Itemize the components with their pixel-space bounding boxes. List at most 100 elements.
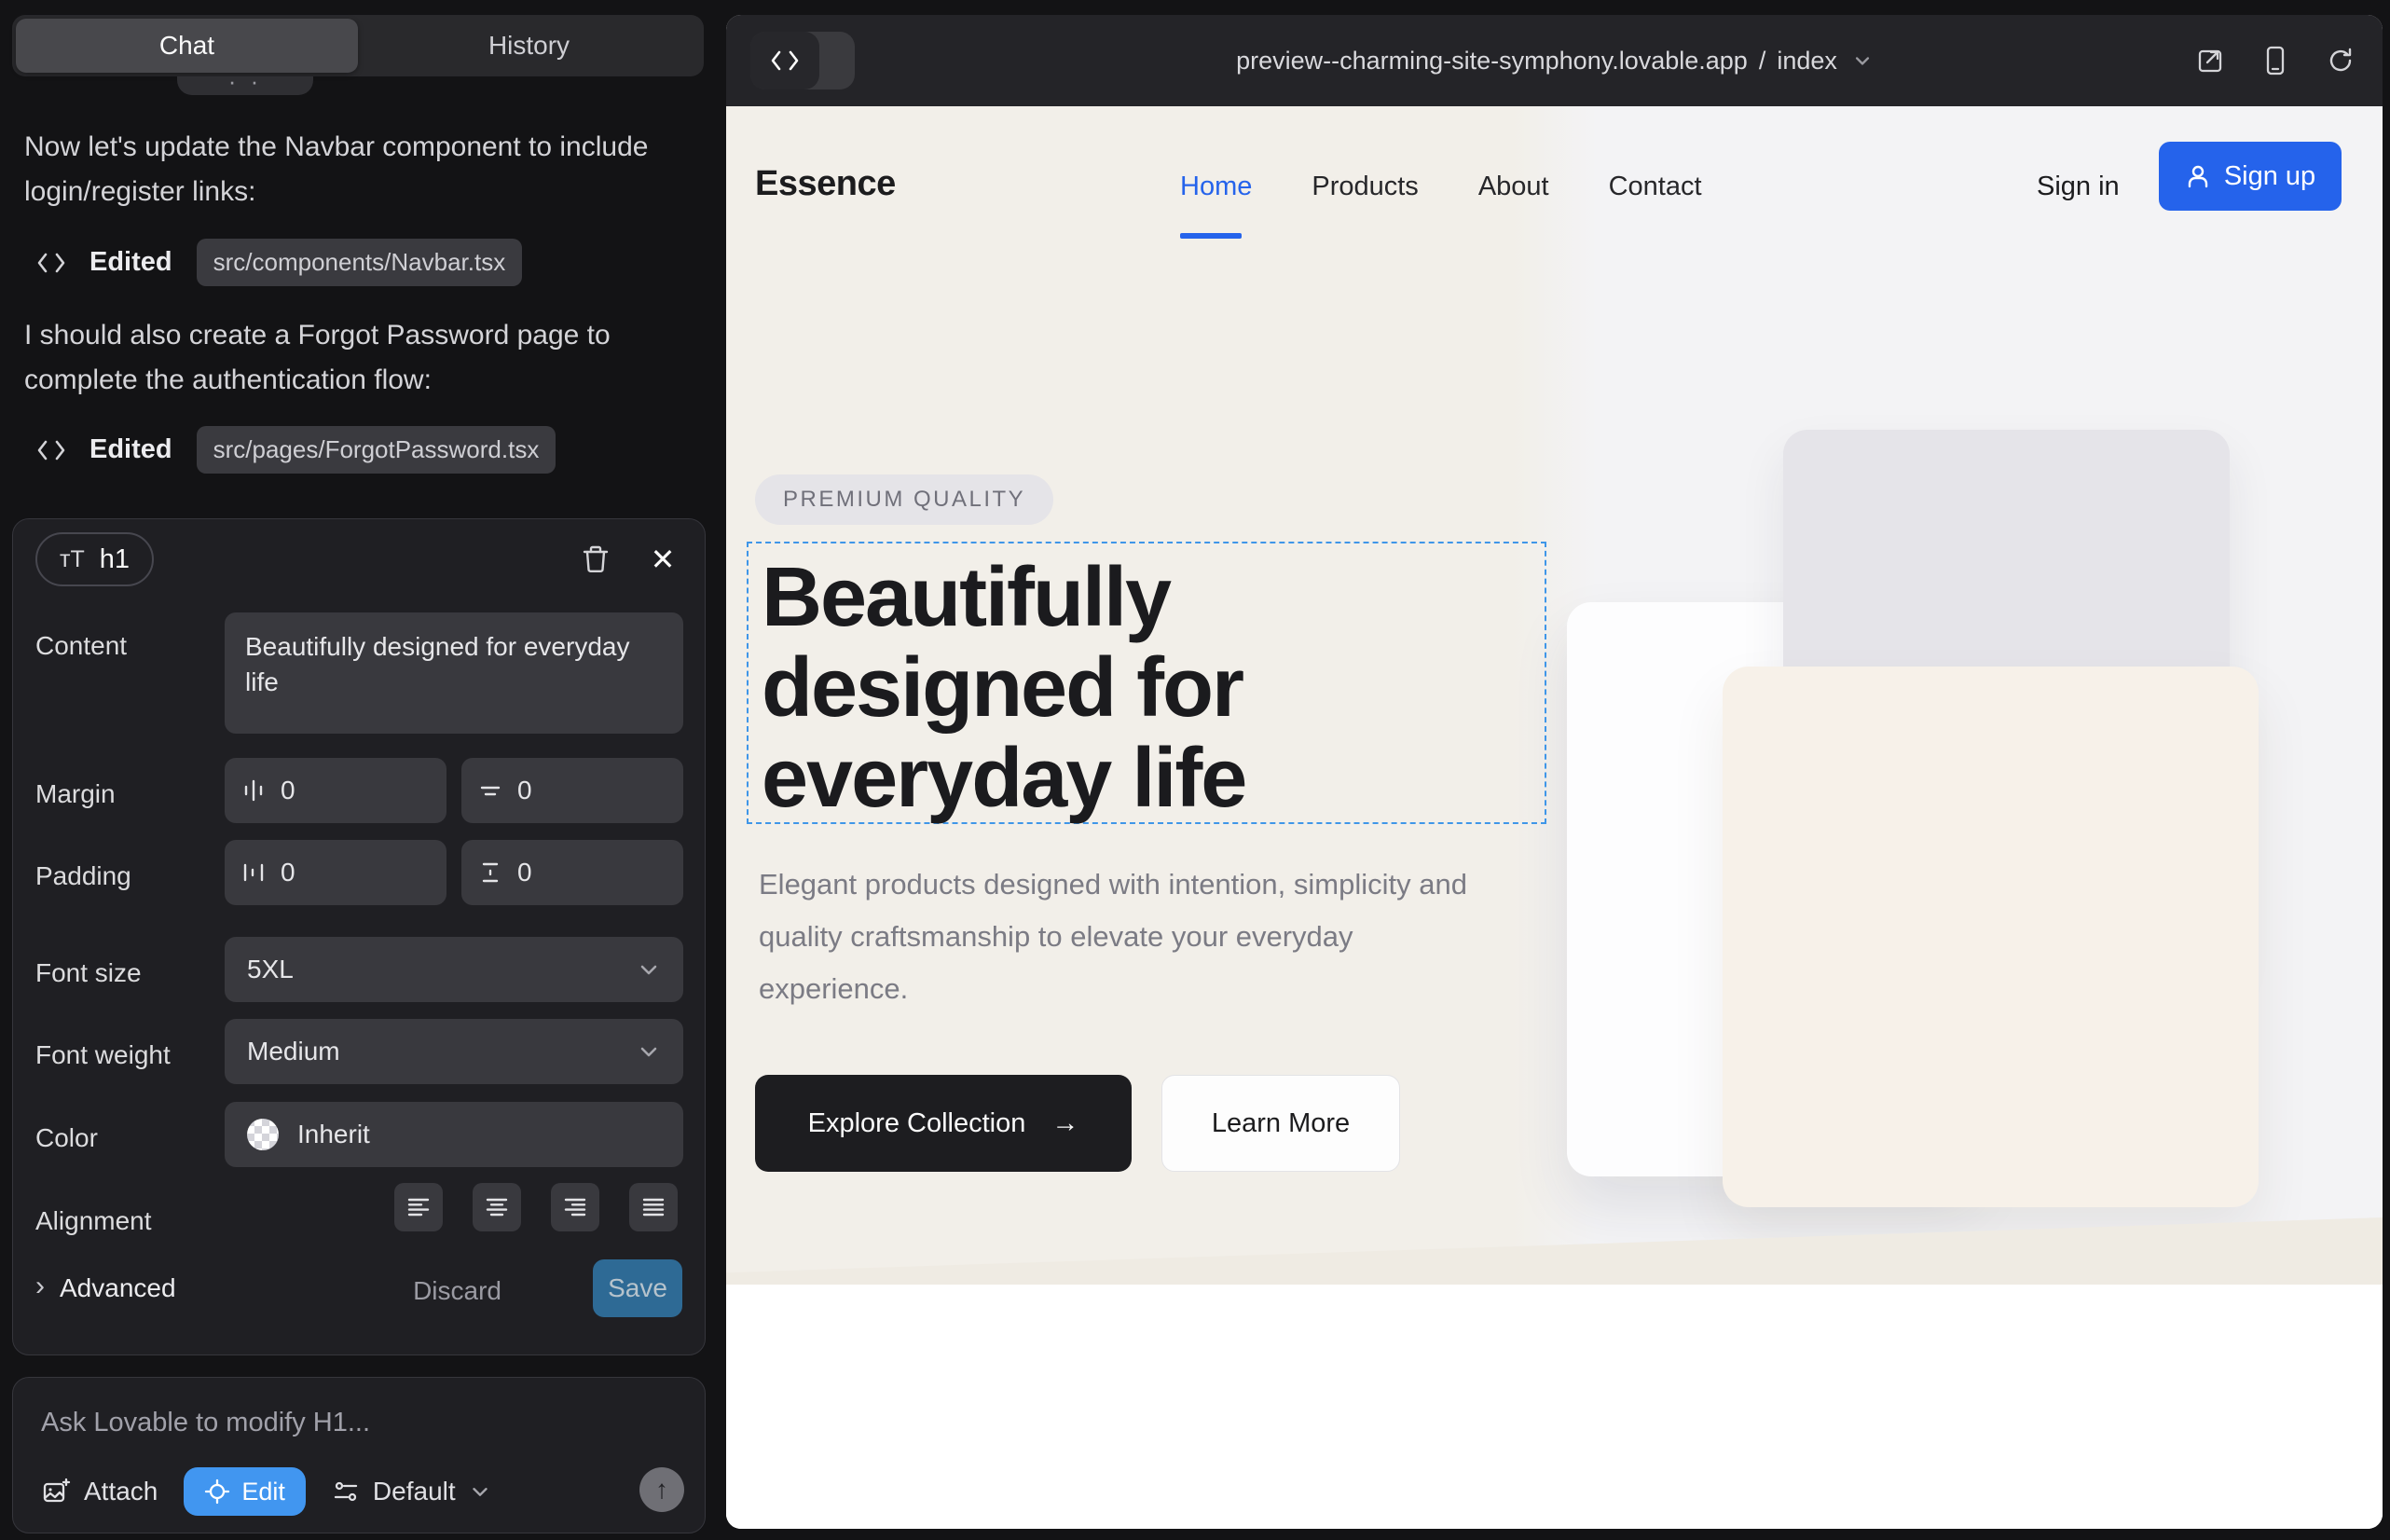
browser-header: preview--charming-site-symphony.lovable.… xyxy=(726,15,2383,106)
tab-chat[interactable]: Chat xyxy=(16,19,358,73)
color-label: Color xyxy=(35,1123,98,1153)
align-center-button[interactable] xyxy=(473,1183,521,1231)
save-button[interactable]: Save xyxy=(593,1259,682,1317)
hero-headline[interactable]: Beautifully designed for everyday life xyxy=(762,553,1535,824)
file-chip[interactable]: src/pages/ForgotPassword.tsx xyxy=(197,426,556,474)
premium-quality-badge: PREMIUM QUALITY xyxy=(755,474,1053,525)
selected-element-pill[interactable]: тT h1 xyxy=(35,532,154,586)
explore-collection-button[interactable]: Explore Collection → xyxy=(755,1075,1132,1172)
lovable-app-window: Chat History · · Now let's update the Na… xyxy=(0,0,2390,1540)
font-weight-value: Medium xyxy=(247,1037,340,1066)
mode-selector[interactable]: Default xyxy=(332,1477,491,1506)
code-preview-toggle xyxy=(750,32,855,89)
tab-history[interactable]: History xyxy=(358,19,700,73)
nav-link-products[interactable]: Products xyxy=(1312,172,1418,202)
margin-y-field[interactable] xyxy=(461,758,683,823)
color-value: Inherit xyxy=(297,1120,370,1149)
font-size-select[interactable]: 5XL xyxy=(225,937,683,1002)
chat-composer: Attach Edit Default ↑ xyxy=(12,1377,706,1533)
composer-input[interactable] xyxy=(41,1408,656,1438)
url-text: preview--charming-site-symphony.lovable.… xyxy=(1236,47,1748,76)
color-field[interactable]: Inherit xyxy=(225,1102,683,1167)
code-icon xyxy=(37,251,65,275)
close-panel-button[interactable]: ✕ xyxy=(647,543,679,575)
refresh-button[interactable] xyxy=(2325,45,2356,76)
site-viewport: Essence Home Products About Contact Sign… xyxy=(726,106,2383,1529)
chat-message: Now let's update the Navbar component to… xyxy=(24,125,658,214)
padding-y-field[interactable] xyxy=(461,840,683,905)
site-nav: Home Products About Contact xyxy=(1180,172,1702,202)
sign-up-button[interactable]: Sign up xyxy=(2159,142,2342,211)
font-size-value: 5XL xyxy=(247,955,294,984)
next-section xyxy=(726,1285,2383,1529)
type-icon: тT xyxy=(60,546,85,573)
align-justify-button[interactable] xyxy=(629,1183,678,1231)
sign-in-link[interactable]: Sign in xyxy=(2037,172,2120,202)
smartphone-icon xyxy=(2262,46,2288,76)
attach-button[interactable]: Attach xyxy=(41,1477,158,1506)
align-justify-icon xyxy=(640,1194,666,1220)
advanced-toggle[interactable]: › Advanced xyxy=(35,1272,176,1304)
chevron-down-icon xyxy=(469,1480,491,1503)
chevron-down-icon xyxy=(637,1039,661,1064)
padding-label: Padding xyxy=(35,861,131,891)
discard-button[interactable]: Discard xyxy=(413,1276,501,1306)
url-path: index xyxy=(1777,47,1837,76)
arrow-up-icon: ↑ xyxy=(655,1475,668,1505)
url-bar[interactable]: preview--charming-site-symphony.lovable.… xyxy=(726,15,2383,106)
nav-link-contact[interactable]: Contact xyxy=(1609,172,1702,202)
crosshair-icon xyxy=(204,1478,230,1505)
learn-more-button[interactable]: Learn More xyxy=(1161,1075,1400,1172)
nav-link-about[interactable]: About xyxy=(1478,172,1549,202)
user-icon xyxy=(2185,163,2211,189)
code-icon xyxy=(771,49,799,72)
nav-link-home[interactable]: Home xyxy=(1180,172,1252,202)
edit-label: Edit xyxy=(241,1478,285,1506)
file-chip[interactable]: src/components/Navbar.tsx xyxy=(197,239,523,286)
arrow-right-icon: → xyxy=(1051,1108,1078,1139)
align-left-icon xyxy=(405,1194,432,1220)
code-view-button[interactable] xyxy=(750,32,819,89)
font-weight-select[interactable]: Medium xyxy=(225,1019,683,1084)
chevron-down-icon xyxy=(1852,50,1873,71)
send-button[interactable]: ↑ xyxy=(639,1467,684,1512)
refresh-icon xyxy=(2327,47,2355,75)
margin-vertical-icon xyxy=(478,778,502,803)
element-tag: h1 xyxy=(100,544,130,575)
mode-label: Default xyxy=(373,1477,456,1506)
align-right-button[interactable] xyxy=(551,1183,599,1231)
content-input[interactable]: Beautifully designed for everyday life xyxy=(225,612,683,734)
padding-y-input[interactable] xyxy=(517,858,611,887)
close-icon: ✕ xyxy=(651,542,676,577)
attach-image-icon xyxy=(41,1477,71,1506)
sliders-icon xyxy=(332,1478,360,1506)
chevron-right-icon: › xyxy=(35,1271,45,1302)
active-nav-underline xyxy=(1180,233,1242,239)
open-in-new-tab-button[interactable] xyxy=(2194,45,2226,76)
font-size-label: Font size xyxy=(35,958,142,988)
browser-actions xyxy=(2194,15,2356,106)
alignment-label: Alignment xyxy=(35,1206,152,1236)
margin-y-input[interactable] xyxy=(517,776,611,805)
color-swatch xyxy=(247,1119,279,1150)
edit-mode-button[interactable]: Edit xyxy=(184,1467,306,1516)
font-weight-label: Font weight xyxy=(35,1040,171,1070)
composer-toolbar: Attach Edit Default xyxy=(41,1467,491,1516)
site-logo[interactable]: Essence xyxy=(755,164,896,204)
mobile-view-button[interactable] xyxy=(2260,45,2291,76)
delete-element-button[interactable] xyxy=(580,543,611,575)
align-center-icon xyxy=(484,1194,510,1220)
edited-label: Edited xyxy=(89,434,172,465)
advanced-label: Advanced xyxy=(60,1273,176,1303)
code-icon xyxy=(37,438,65,462)
scrolled-chip-partial[interactable]: · · xyxy=(177,76,313,95)
edited-file-row: Edited src/pages/ForgotPassword.tsx xyxy=(37,426,556,474)
align-left-button[interactable] xyxy=(394,1183,443,1231)
url-separator: / xyxy=(1759,47,1766,76)
margin-x-input[interactable] xyxy=(281,776,374,805)
padding-x-input[interactable] xyxy=(281,858,374,887)
margin-x-field[interactable] xyxy=(225,758,446,823)
hero-card-cream xyxy=(1723,667,2259,1207)
attach-label: Attach xyxy=(84,1477,158,1506)
padding-x-field[interactable] xyxy=(225,840,446,905)
